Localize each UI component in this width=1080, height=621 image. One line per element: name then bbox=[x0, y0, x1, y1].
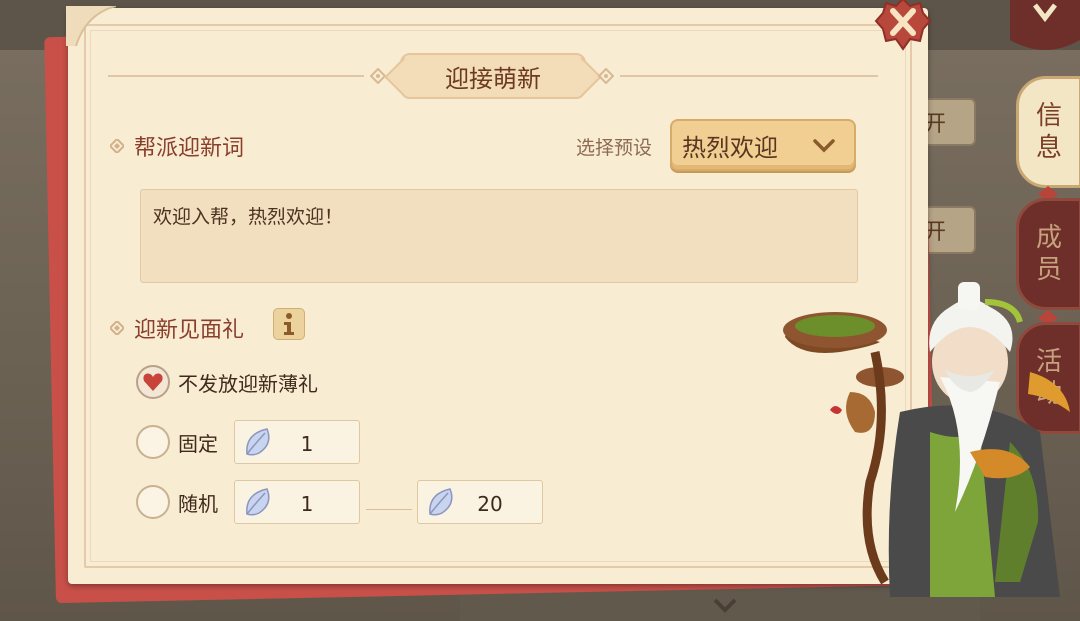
range-separator bbox=[366, 509, 412, 510]
section-bullet-icon bbox=[110, 139, 124, 153]
section-bullet-icon bbox=[110, 321, 124, 335]
gift-option-none-radio[interactable] bbox=[136, 365, 170, 399]
random-min-value: 1 bbox=[300, 492, 314, 516]
gift-option-none[interactable]: 不发放迎新薄礼 bbox=[136, 365, 318, 399]
welcome-message-input[interactable]: 欢迎入帮，热烈欢迎！ bbox=[140, 189, 858, 283]
welcome-gift-heading-text: 迎新见面礼 bbox=[134, 318, 245, 343]
close-x-icon bbox=[874, 0, 932, 51]
close-button[interactable] bbox=[873, 0, 933, 52]
top-right-ornament-icon bbox=[1010, 0, 1080, 50]
preset-dropdown[interactable]: 热烈欢迎 bbox=[670, 119, 856, 171]
gift-option-fixed[interactable]: 固定 bbox=[136, 425, 218, 459]
fixed-amount-input[interactable]: 1 bbox=[234, 420, 360, 464]
sage-character-illustration bbox=[783, 282, 1070, 597]
title-left-rule bbox=[108, 75, 364, 77]
silver-leaf-icon bbox=[246, 428, 270, 456]
gift-option-fixed-radio[interactable] bbox=[136, 425, 170, 459]
preset-selected-value: 热烈欢迎 bbox=[682, 133, 778, 162]
dialog-title-plate: 迎接萌新 bbox=[400, 53, 586, 99]
info-icon bbox=[284, 313, 294, 335]
random-min-input[interactable]: 1 bbox=[234, 480, 360, 524]
title-diamond-right-icon bbox=[598, 68, 614, 84]
side-tab-info[interactable]: 信 息 bbox=[1016, 76, 1080, 188]
side-tab-info-char-1: 信 bbox=[1035, 101, 1062, 131]
gift-option-none-label: 不发放迎新薄礼 bbox=[178, 371, 318, 396]
gift-option-fixed-label: 固定 bbox=[178, 431, 218, 456]
random-max-value: 20 bbox=[477, 492, 503, 516]
welcome-message-text: 欢迎入帮，热烈欢迎！ bbox=[153, 206, 344, 228]
side-tab-info-char-2: 息 bbox=[1035, 133, 1062, 163]
gift-option-random-label: 随机 bbox=[178, 491, 218, 516]
fixed-amount-value: 1 bbox=[300, 432, 314, 456]
scroll-down-chevron-icon bbox=[713, 598, 737, 613]
welcome-gift-section-heading: 迎新见面礼 bbox=[110, 312, 244, 344]
page-curl-icon bbox=[66, 6, 116, 46]
title-right-rule bbox=[620, 75, 878, 77]
preset-label: 选择预设 bbox=[576, 137, 653, 159]
side-tab-members-char-1: 成 bbox=[1035, 223, 1062, 253]
info-button[interactable] bbox=[273, 308, 305, 340]
random-max-input[interactable]: 20 bbox=[417, 480, 543, 524]
gift-option-random-radio[interactable] bbox=[136, 485, 170, 519]
silver-leaf-icon bbox=[246, 488, 270, 516]
gift-option-random[interactable]: 随机 bbox=[136, 485, 218, 519]
welcome-words-heading-text: 帮派迎新词 bbox=[134, 136, 245, 161]
welcome-words-section-heading: 帮派迎新词 bbox=[110, 130, 244, 162]
radio-selected-heart-icon bbox=[143, 373, 163, 391]
silver-leaf-icon bbox=[429, 488, 453, 516]
dialog-title: 迎接萌新 bbox=[445, 64, 541, 93]
dialog-title-bar: 迎接萌新 bbox=[68, 53, 928, 99]
chevron-down-icon bbox=[813, 139, 835, 153]
